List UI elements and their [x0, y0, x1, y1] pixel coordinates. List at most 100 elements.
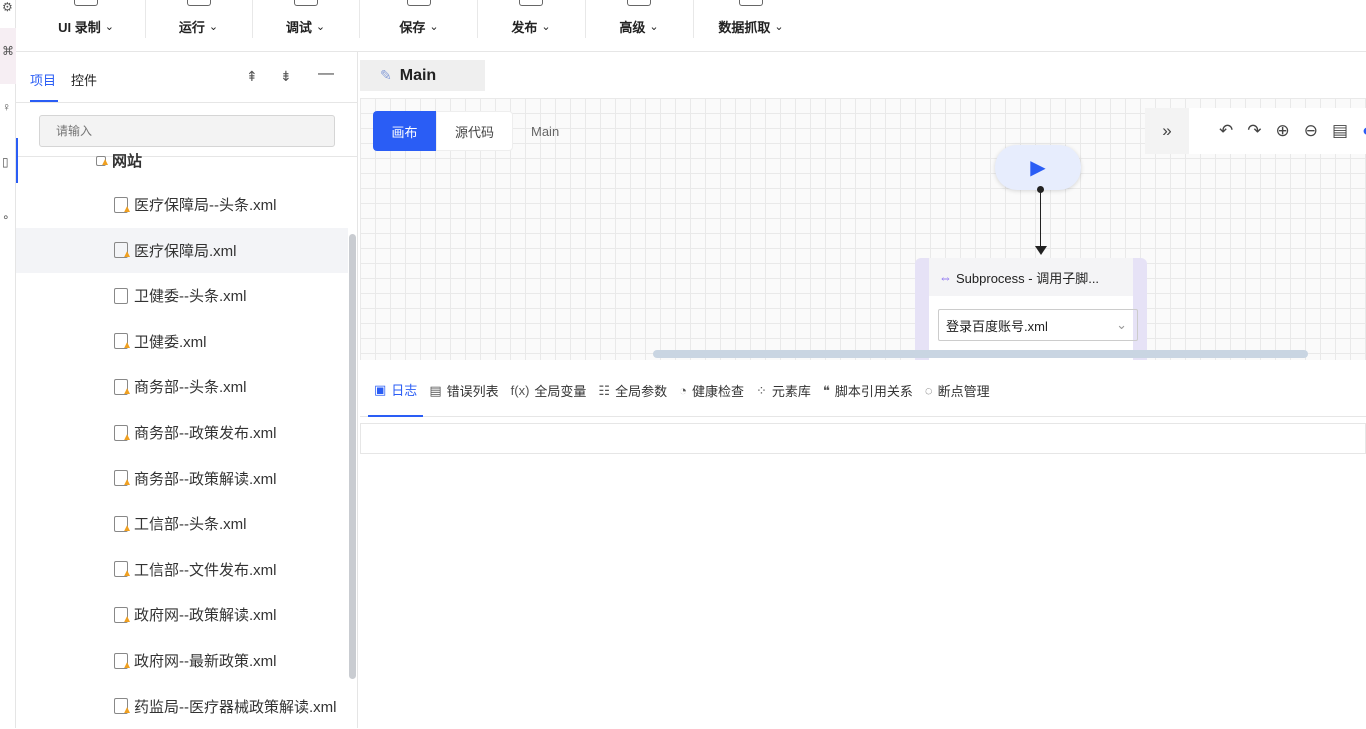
toolbar-data-scrape-button[interactable]: 数据抓取 ⌄	[694, 0, 808, 52]
warning-icon: ▲	[122, 477, 132, 489]
file-item[interactable]: ▲ 政府网--政策解读.xml	[16, 592, 348, 637]
script-file-icon: ▲	[114, 196, 132, 214]
tab-bottom-params[interactable]: ☷ 全局参数	[592, 365, 673, 417]
arrow-head	[1035, 246, 1047, 255]
chevron-down-icon: ⌄	[1116, 317, 1127, 332]
tab-bottom-calendar[interactable]: ▣ 日志	[368, 365, 424, 417]
fx-icon: f(x)	[510, 383, 530, 398]
toolbar-publish-button[interactable]: 发布 ⌄	[478, 0, 584, 52]
subprocess-icon: ⇔	[939, 269, 952, 285]
file-item[interactable]: 卫健委--头条.xml	[16, 273, 348, 318]
settings-icon[interactable]: ⚙	[2, 0, 13, 14]
toolbar-record-button[interactable]: UI 录制 ⌄	[46, 0, 126, 52]
run-icon	[186, 0, 211, 6]
tab-main[interactable]: ✎ Main	[360, 60, 485, 91]
tab-bottom-health[interactable]: ◔ 健康检查	[673, 365, 750, 417]
advanced-icon	[627, 0, 651, 6]
file-item[interactable]: ▲ 政府网--最新政策.xml	[16, 638, 348, 683]
tab-controls[interactable]: 控件	[71, 70, 97, 89]
divider	[252, 0, 253, 38]
file-item[interactable]: ▲ 医疗保障局--头条.xml	[16, 182, 348, 227]
chevron-down-icon: ⌄	[315, 21, 326, 33]
warning-icon: ▲	[122, 385, 132, 397]
warning-icon: ▲	[122, 705, 132, 717]
file-item[interactable]: ▲ 商务部--政策发布.xml	[16, 410, 348, 455]
redo-icon[interactable]: ↷	[1247, 121, 1261, 141]
script-file-icon: ▲	[114, 378, 132, 396]
page-icon[interactable]: ▯	[2, 155, 9, 169]
file-item[interactable]: ▲ 商务部--头条.xml	[16, 364, 348, 409]
toolbar-advanced-button[interactable]: 高级 ⌄	[586, 0, 692, 52]
breakpoint-icon: ◌	[924, 383, 933, 398]
publish-icon	[519, 0, 543, 6]
divider	[477, 0, 478, 38]
expand-all-icon[interactable]: ⇞	[246, 68, 258, 85]
warning-icon: ▲	[122, 522, 132, 534]
subprocess-select[interactable]: 登录百度账号.xml ⌄	[938, 309, 1138, 341]
divider	[16, 102, 358, 103]
canvas-scrollbar[interactable]	[653, 350, 1308, 358]
folder-website[interactable]: ▲ 网站	[16, 138, 348, 183]
error-list-icon: ▤	[429, 382, 442, 398]
panel-scrollbar[interactable]	[349, 234, 356, 679]
zoom-in-icon[interactable]: ⊕	[1276, 121, 1290, 141]
file-item[interactable]: ▲ 工信部--头条.xml	[16, 501, 348, 546]
activity-bar: ⚙ ⌘ ♀ ▯ ∘	[0, 0, 16, 728]
calendar-icon: ▣	[374, 381, 387, 397]
locate-icon[interactable]: ●	[1362, 121, 1366, 141]
minimize-icon[interactable]: —	[318, 65, 334, 83]
tab-bottom-error-list[interactable]: ▤ 错误列表	[423, 365, 504, 417]
health-icon: ◔	[679, 383, 687, 398]
script-icon: ✎	[380, 67, 392, 83]
script-file-icon: ▲	[114, 470, 132, 488]
log-filter-input[interactable]	[360, 423, 1366, 454]
script-file-icon: ▲	[114, 606, 132, 624]
toolbar-run-button[interactable]: 运行 ⌄	[146, 0, 251, 52]
project-panel: 项目 控件 ⇞ ⇟ — ▲ 网站 ▲医疗保障局--头条.xml▲医疗保障局.xm…	[16, 52, 358, 728]
undo-icon[interactable]: ↶	[1219, 121, 1233, 141]
canvas-view-button[interactable]: 画布	[373, 111, 436, 151]
chevron-down-icon: ⌄	[104, 21, 114, 33]
script-file-icon: ▲	[114, 515, 132, 533]
file-item[interactable]: ▲ 商务部--政策解读.xml	[16, 456, 348, 501]
start-node[interactable]: ▶	[995, 145, 1081, 190]
script-file-icon: ▲	[114, 424, 132, 442]
project-icon[interactable]: ⌘	[2, 44, 14, 58]
warning-icon: ▲	[122, 249, 132, 261]
file-item[interactable]: ▲ 工信部--文件发布.xml	[16, 547, 348, 592]
folder-icon: ▲	[96, 155, 110, 167]
tab-project[interactable]: 项目	[30, 70, 56, 89]
warning-icon: ▲	[122, 613, 132, 625]
connector-line	[1040, 190, 1042, 250]
source-view-button[interactable]: 源代码	[436, 111, 513, 151]
tab-bottom-quote[interactable]: ❝ 脚本引用关系	[817, 365, 919, 417]
script-file-icon: ▲	[114, 561, 132, 579]
search-doc-icon[interactable]: ▤	[1332, 121, 1348, 141]
data-scrape-icon	[739, 0, 763, 6]
toolbar-debug-button[interactable]: 调试 ⌄	[253, 0, 358, 52]
file-item[interactable]: ▲ 药监局--医疗器械政策解读.xml	[16, 684, 348, 729]
chevron-down-icon: ⌄	[774, 21, 784, 33]
toolbar-save-button[interactable]: 保存 ⌄	[360, 0, 478, 52]
divider	[585, 0, 586, 38]
params-icon: ☷	[598, 382, 611, 398]
user-icon[interactable]: ♀	[2, 100, 11, 114]
collapse-all-icon[interactable]: ⇟	[280, 68, 292, 85]
zoom-out-icon[interactable]: ⊖	[1304, 121, 1318, 141]
tab-bottom-fx[interactable]: f(x) 全局变量	[505, 365, 593, 417]
record-icon	[74, 0, 98, 6]
link-icon[interactable]: ∘	[2, 210, 10, 224]
divider	[145, 0, 146, 38]
canvas-controls: » ↶ ↷ ⊕ ⊖ ▤ ●	[1145, 108, 1366, 154]
warning-icon: ▲	[122, 568, 132, 580]
file-item[interactable]: ▲ 卫健委.xml	[16, 319, 348, 364]
tab-bottom-breakpoint[interactable]: ◌ 断点管理	[919, 365, 996, 417]
tab-bottom-grid[interactable]: ⁘ 元素库	[750, 365, 817, 417]
expand-icon[interactable]: »	[1145, 108, 1189, 154]
subprocess-node[interactable]: ⇔ Subprocess - 调用子脚... 登录百度账号.xml ⌄	[915, 258, 1147, 360]
script-file-icon: ▲	[114, 333, 132, 351]
warning-icon: ▲	[122, 659, 132, 671]
flow-canvas[interactable]: 画布 源代码 Main » ↶ ↷ ⊕ ⊖ ▤ ● ▶ ⇔Subprocess …	[360, 98, 1366, 360]
file-item[interactable]: ▲ 医疗保障局.xml	[16, 227, 348, 273]
save-icon	[407, 0, 431, 6]
